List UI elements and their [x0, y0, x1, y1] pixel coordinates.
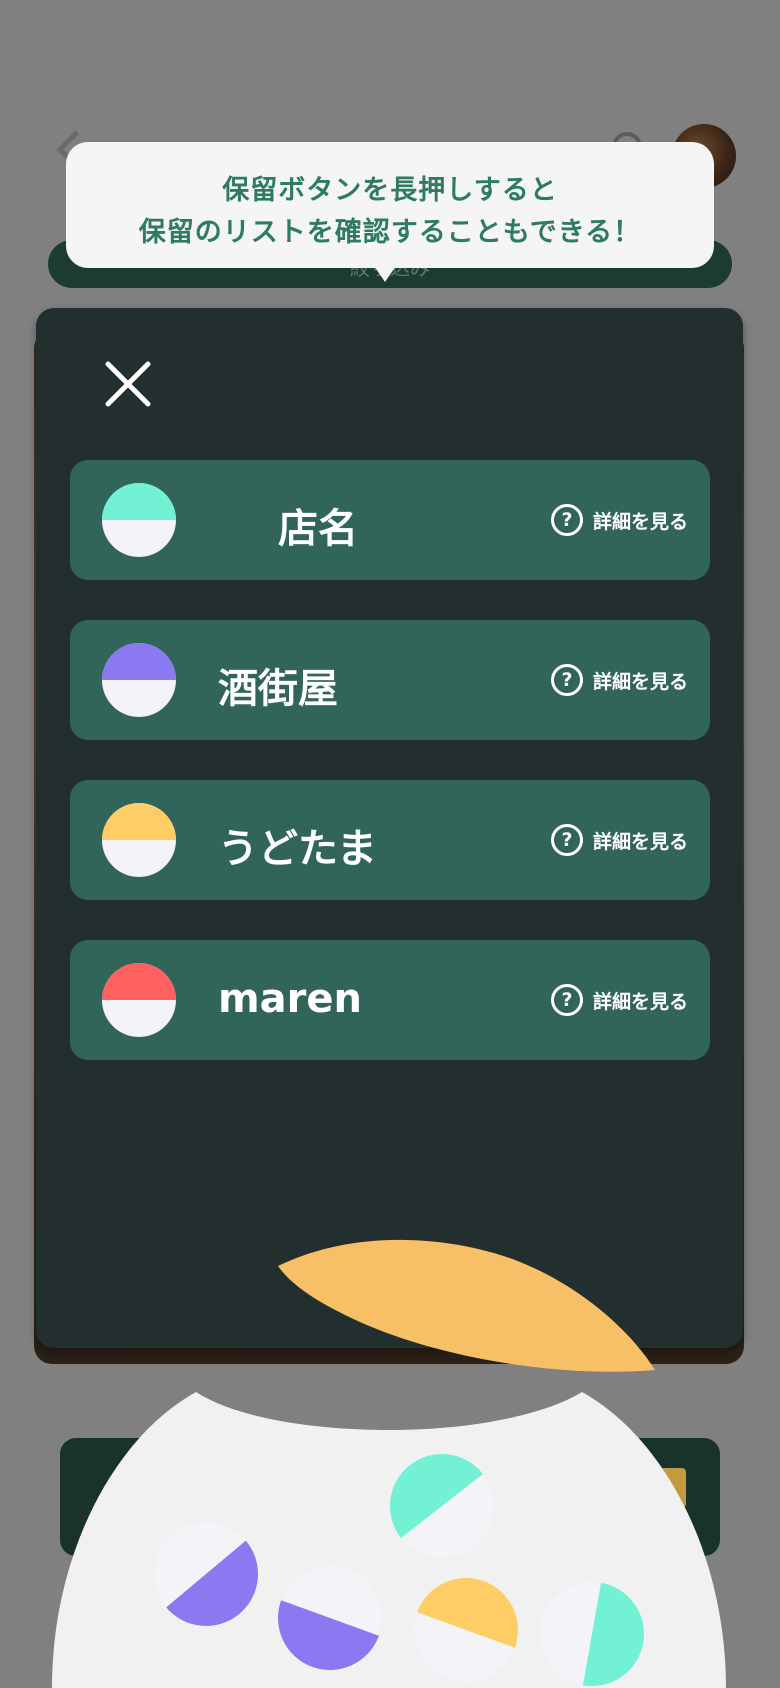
- bowl-illustration: [52, 1239, 726, 1688]
- bowl-lid: [278, 1239, 655, 1372]
